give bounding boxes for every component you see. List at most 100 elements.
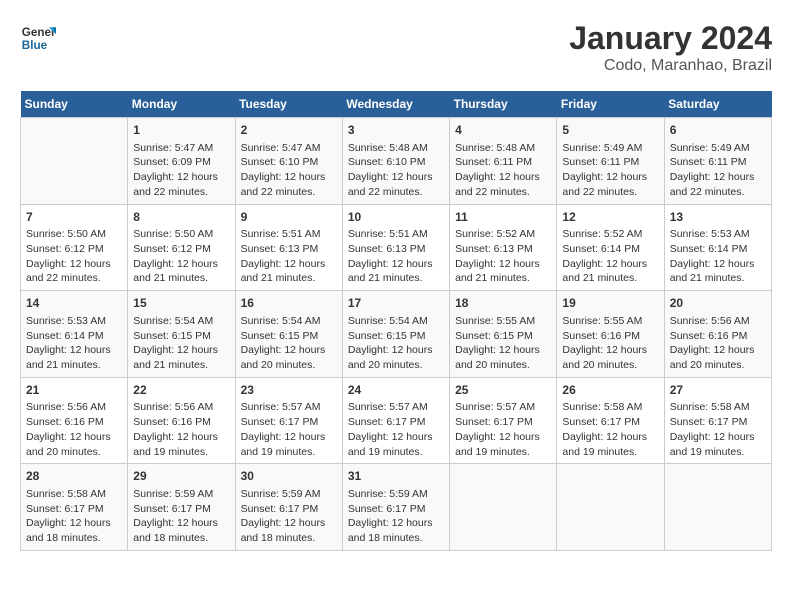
calendar-cell: 2Sunrise: 5:47 AM Sunset: 6:10 PM Daylig… — [235, 118, 342, 205]
day-number: 23 — [241, 382, 337, 399]
subtitle: Codo, Maranhao, Brazil — [569, 57, 772, 75]
week-row-1: 1 Sunrise: 5:47 AM Sunset: 6:09 PM Daylig… — [21, 118, 772, 205]
day-info: Sunrise: 5:59 AM Sunset: 6:17 PM Dayligh… — [241, 487, 337, 546]
day-number: 1 — [133, 122, 229, 139]
calendar-cell: 28Sunrise: 5:58 AM Sunset: 6:17 PM Dayli… — [21, 464, 128, 551]
day-info: Sunrise: 5:50 AM Sunset: 6:12 PM Dayligh… — [26, 227, 122, 286]
calendar-cell: 27Sunrise: 5:58 AM Sunset: 6:17 PM Dayli… — [664, 377, 771, 464]
day-info: Sunrise: 5:48 AM Sunset: 6:11 PM Dayligh… — [455, 141, 551, 200]
column-header-thursday: Thursday — [450, 91, 557, 118]
calendar-cell: 6 Sunrise: 5:49 AM Sunset: 6:11 PM Daylig… — [664, 118, 771, 205]
day-info: Sunrise: 5:52 AM Sunset: 6:13 PM Dayligh… — [455, 227, 551, 286]
calendar-cell: 20 Sunrise: 5:56 AM Sunset: 6:16 PM Dayli… — [664, 291, 771, 378]
page-header: General Blue January 2024 Codo, Maranhao… — [20, 20, 772, 75]
day-number: 22 — [133, 382, 229, 399]
day-info: Sunrise: 5:54 AM Sunset: 6:15 PM Dayligh… — [133, 314, 229, 373]
day-info: Sunrise: 5:55 AM Sunset: 6:16 PM Dayligh… — [562, 314, 658, 373]
calendar-cell: 10Sunrise: 5:51 AM Sunset: 6:13 PM Dayli… — [342, 204, 449, 291]
day-number: 15 — [133, 295, 229, 312]
day-info: Sunrise: 5:54 AM Sunset: 6:15 PM Dayligh… — [348, 314, 444, 373]
day-number: 26 — [562, 382, 658, 399]
day-number: 10 — [348, 209, 444, 226]
day-info: Sunrise: 5:57 AM Sunset: 6:17 PM Dayligh… — [348, 400, 444, 459]
calendar-cell: 30 Sunrise: 5:59 AM Sunset: 6:17 PM Dayli… — [235, 464, 342, 551]
calendar-cell — [21, 118, 128, 205]
day-number: 5 — [562, 122, 658, 139]
day-info: Sunrise: 5:58 AM Sunset: 6:17 PM Dayligh… — [670, 400, 766, 459]
calendar-cell: 14 Sunrise: 5:53 AM Sunset: 6:14 PM Dayli… — [21, 291, 128, 378]
calendar-table: SundayMondayTuesdayWednesdayThursdayFrid… — [20, 91, 772, 551]
day-number: 30 — [241, 468, 337, 485]
day-number: 17 — [348, 295, 444, 312]
svg-text:Blue: Blue — [22, 39, 48, 52]
day-info: Sunrise: 5:53 AM Sunset: 6:14 PM Dayligh… — [670, 227, 766, 286]
day-number: 9 — [241, 209, 337, 226]
calendar-cell: 21Sunrise: 5:56 AM Sunset: 6:16 PM Dayli… — [21, 377, 128, 464]
calendar-cell: 18 Sunrise: 5:55 AM Sunset: 6:15 PM Dayli… — [450, 291, 557, 378]
day-info: Sunrise: 5:59 AM Sunset: 6:17 PM Dayligh… — [348, 487, 444, 546]
calendar-cell: 16 Sunrise: 5:54 AM Sunset: 6:15 PM Dayli… — [235, 291, 342, 378]
day-info: Sunrise: 5:57 AM Sunset: 6:17 PM Dayligh… — [241, 400, 337, 459]
calendar-cell: 3Sunrise: 5:48 AM Sunset: 6:10 PM Daylig… — [342, 118, 449, 205]
header-row: SundayMondayTuesdayWednesdayThursdayFrid… — [21, 91, 772, 118]
day-number: 6 — [670, 122, 766, 139]
day-number: 16 — [241, 295, 337, 312]
day-number: 14 — [26, 295, 122, 312]
day-info: Sunrise: 5:49 AM Sunset: 6:11 PM Dayligh… — [670, 141, 766, 200]
day-number: 18 — [455, 295, 551, 312]
column-header-monday: Monday — [128, 91, 235, 118]
calendar-cell — [664, 464, 771, 551]
day-number: 31 — [348, 468, 444, 485]
calendar-cell: 22Sunrise: 5:56 AM Sunset: 6:16 PM Dayli… — [128, 377, 235, 464]
logo-icon: General Blue — [20, 20, 56, 56]
day-info: Sunrise: 5:59 AM Sunset: 6:17 PM Dayligh… — [133, 487, 229, 546]
day-number: 21 — [26, 382, 122, 399]
calendar-cell: 23Sunrise: 5:57 AM Sunset: 6:17 PM Dayli… — [235, 377, 342, 464]
day-number: 12 — [562, 209, 658, 226]
day-number: 11 — [455, 209, 551, 226]
day-info: Sunrise: 5:54 AM Sunset: 6:15 PM Dayligh… — [241, 314, 337, 373]
calendar-cell: 11Sunrise: 5:52 AM Sunset: 6:13 PM Dayli… — [450, 204, 557, 291]
week-row-2: 7Sunrise: 5:50 AM Sunset: 6:12 PM Daylig… — [21, 204, 772, 291]
day-info: Sunrise: 5:51 AM Sunset: 6:13 PM Dayligh… — [348, 227, 444, 286]
day-info: Sunrise: 5:52 AM Sunset: 6:14 PM Dayligh… — [562, 227, 658, 286]
calendar-cell: 9Sunrise: 5:51 AM Sunset: 6:13 PM Daylig… — [235, 204, 342, 291]
day-number: 2 — [241, 122, 337, 139]
calendar-cell: 26Sunrise: 5:58 AM Sunset: 6:17 PM Dayli… — [557, 377, 664, 464]
column-header-saturday: Saturday — [664, 91, 771, 118]
calendar-cell: 29Sunrise: 5:59 AM Sunset: 6:17 PM Dayli… — [128, 464, 235, 551]
column-header-wednesday: Wednesday — [342, 91, 449, 118]
calendar-cell: 1 Sunrise: 5:47 AM Sunset: 6:09 PM Daylig… — [128, 118, 235, 205]
calendar-cell: 31 Sunrise: 5:59 AM Sunset: 6:17 PM Dayli… — [342, 464, 449, 551]
calendar-cell: 15 Sunrise: 5:54 AM Sunset: 6:15 PM Dayli… — [128, 291, 235, 378]
day-number: 13 — [670, 209, 766, 226]
logo: General Blue — [20, 20, 56, 56]
day-info: Sunrise: 5:57 AM Sunset: 6:17 PM Dayligh… — [455, 400, 551, 459]
day-info: Sunrise: 5:53 AM Sunset: 6:14 PM Dayligh… — [26, 314, 122, 373]
column-header-tuesday: Tuesday — [235, 91, 342, 118]
day-number: 27 — [670, 382, 766, 399]
title-block: January 2024 Codo, Maranhao, Brazil — [569, 20, 772, 75]
day-number: 25 — [455, 382, 551, 399]
week-row-3: 14 Sunrise: 5:53 AM Sunset: 6:14 PM Dayli… — [21, 291, 772, 378]
day-info: Sunrise: 5:56 AM Sunset: 6:16 PM Dayligh… — [670, 314, 766, 373]
day-info: Sunrise: 5:58 AM Sunset: 6:17 PM Dayligh… — [562, 400, 658, 459]
calendar-cell — [557, 464, 664, 551]
calendar-cell: 7Sunrise: 5:50 AM Sunset: 6:12 PM Daylig… — [21, 204, 128, 291]
calendar-cell: 24Sunrise: 5:57 AM Sunset: 6:17 PM Dayli… — [342, 377, 449, 464]
calendar-cell: 5Sunrise: 5:49 AM Sunset: 6:11 PM Daylig… — [557, 118, 664, 205]
calendar-cell: 19Sunrise: 5:55 AM Sunset: 6:16 PM Dayli… — [557, 291, 664, 378]
day-info: Sunrise: 5:51 AM Sunset: 6:13 PM Dayligh… — [241, 227, 337, 286]
day-info: Sunrise: 5:58 AM Sunset: 6:17 PM Dayligh… — [26, 487, 122, 546]
calendar-cell: 8Sunrise: 5:50 AM Sunset: 6:12 PM Daylig… — [128, 204, 235, 291]
day-info: Sunrise: 5:56 AM Sunset: 6:16 PM Dayligh… — [133, 400, 229, 459]
day-info: Sunrise: 5:55 AM Sunset: 6:15 PM Dayligh… — [455, 314, 551, 373]
day-number: 4 — [455, 122, 551, 139]
day-info: Sunrise: 5:56 AM Sunset: 6:16 PM Dayligh… — [26, 400, 122, 459]
day-info: Sunrise: 5:47 AM Sunset: 6:09 PM Dayligh… — [133, 141, 229, 200]
day-info: Sunrise: 5:48 AM Sunset: 6:10 PM Dayligh… — [348, 141, 444, 200]
day-number: 8 — [133, 209, 229, 226]
week-row-5: 28Sunrise: 5:58 AM Sunset: 6:17 PM Dayli… — [21, 464, 772, 551]
column-header-friday: Friday — [557, 91, 664, 118]
day-number: 20 — [670, 295, 766, 312]
